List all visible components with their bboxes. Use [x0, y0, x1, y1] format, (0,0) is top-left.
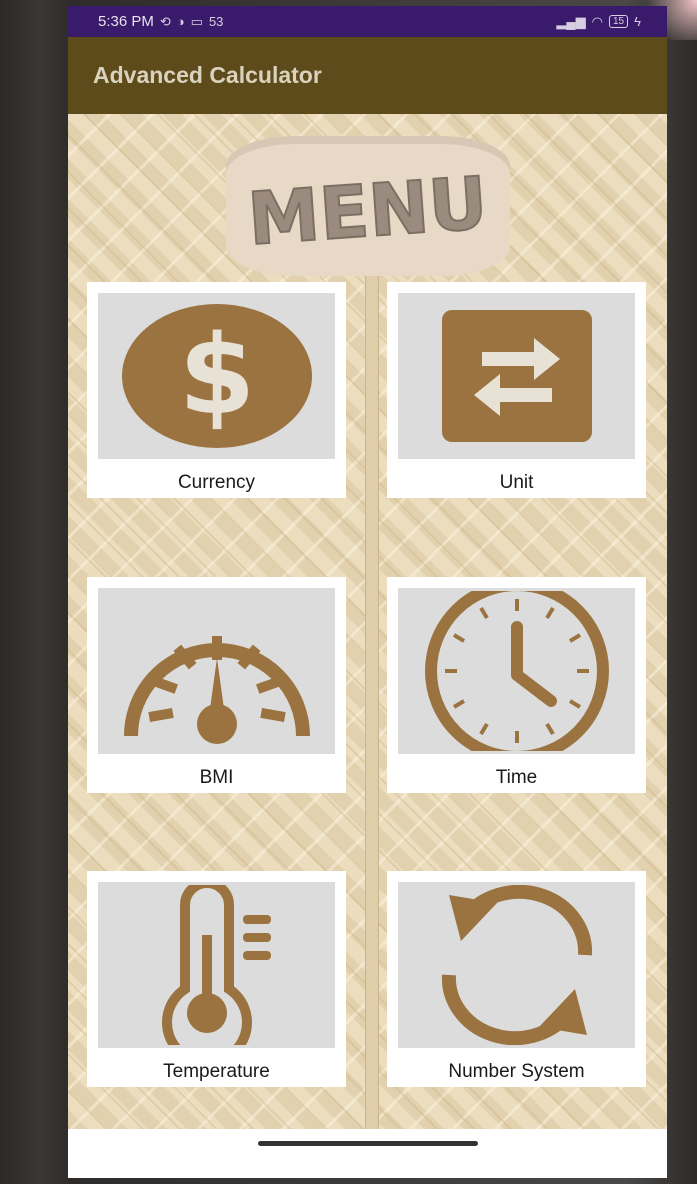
status-time: 5:36 PM [98, 13, 154, 30]
home-indicator[interactable] [258, 1141, 478, 1146]
status-bar-right: ▂▄▆ ◠ 15 ϟ [556, 14, 641, 30]
card-label-bmi: BMI [199, 767, 234, 788]
nosync-icon: ⟲ [159, 13, 171, 29]
sim-icon: ▭ [190, 13, 203, 29]
card-icon-area [398, 293, 635, 459]
menu-card-temperature[interactable]: Temperature [87, 871, 346, 1087]
dollar-coin-icon: $ [121, 304, 312, 448]
card-label-number-system: Number System [448, 1061, 585, 1082]
vpn-icon: ◑ [176, 14, 185, 29]
signal-icon: ▂▄▆ [556, 13, 586, 29]
menu-card-unit[interactable]: Unit [387, 282, 646, 498]
card-label-unit: Unit [499, 472, 534, 493]
phone-screen: 5:36 PM ⟲ ◑ ▭ 53 ▂▄▆ ◠ 15 ϟ Advanced Cal… [68, 6, 667, 1178]
card-icon-area [98, 882, 335, 1048]
card-icon-area [98, 588, 335, 754]
clock-icon [424, 591, 609, 751]
data-icon: 53 [208, 14, 224, 29]
menu-card-time[interactable]: Time [387, 577, 646, 793]
wifi-icon: ◠ [591, 13, 603, 29]
card-label-currency: Currency [177, 472, 256, 493]
app-bar: Advanced Calculator [68, 37, 667, 114]
card-label-time: Time [495, 767, 538, 788]
navigation-bar [68, 1129, 667, 1178]
app-title: Advanced Calculator [93, 62, 322, 88]
swap-arrows-icon [441, 310, 592, 442]
gauge-icon [123, 636, 310, 744]
svg-text:$: $ [178, 311, 255, 439]
menu-card-currency[interactable]: $ Currency [87, 282, 346, 498]
menu-card-number-system[interactable]: Number System [387, 871, 646, 1087]
menu-card-bmi[interactable]: BMI [87, 577, 346, 793]
status-bar-left: 5:36 PM ⟲ ◑ ▭ 53 [98, 13, 223, 30]
card-icon-area [398, 882, 635, 1048]
card-icon-area [398, 588, 635, 754]
menu-sign-graphic: MENU [244, 160, 491, 263]
charging-icon: ϟ [634, 14, 641, 29]
menu-sign-text: MENU [245, 161, 490, 262]
card-icon-area: $ [98, 293, 335, 459]
status-bar: 5:36 PM ⟲ ◑ ▭ 53 ▂▄▆ ◠ 15 ϟ [68, 6, 667, 37]
thermometer-icon [161, 885, 271, 1045]
menu-sign: MENU [226, 136, 510, 276]
refresh-arrows-icon [441, 885, 592, 1045]
card-label-temperature: Temperature [163, 1061, 270, 1082]
battery-icon: 15 [608, 15, 629, 28]
sign-pole [365, 276, 379, 1129]
